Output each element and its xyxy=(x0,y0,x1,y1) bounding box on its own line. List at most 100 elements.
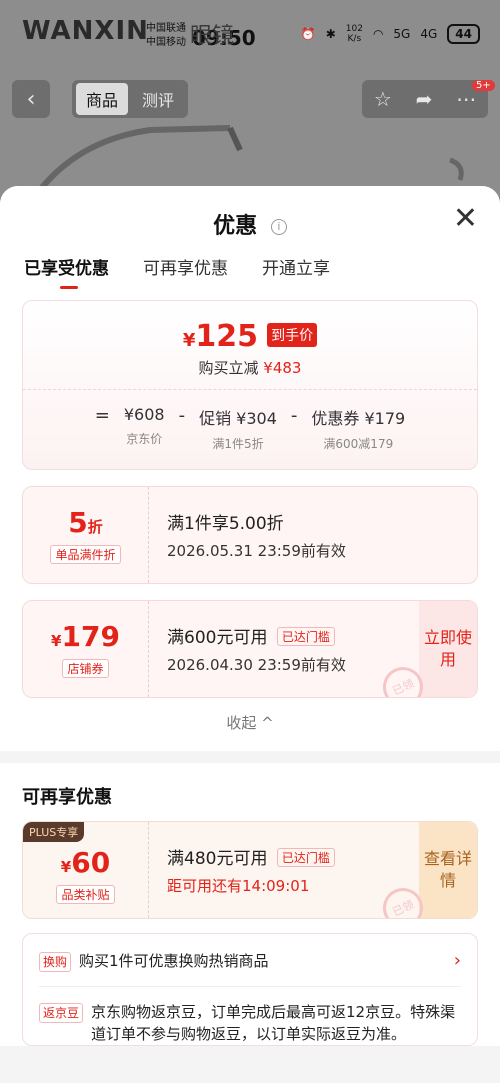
final-price-tag: 到手价 xyxy=(267,323,318,347)
coupon-condition: 满1件享5.00折 xyxy=(167,514,284,534)
jd-price-label: 京东价 xyxy=(126,432,163,446)
coupon-amount: ¥179 xyxy=(51,620,120,653)
speed-value: 102 xyxy=(345,24,363,34)
coupon-condition: 满480元可用 已达门槛 xyxy=(167,844,419,869)
sheet-header: 优惠 i ✕ 已享受优惠 可再享优惠 开通立享 xyxy=(0,186,500,296)
signal-4g: 4G xyxy=(420,27,438,41)
chevron-left-icon: ‹ xyxy=(26,86,36,112)
promo-value: 促销 ¥304 xyxy=(199,409,277,428)
threshold-reached-pill: 已达门槛 xyxy=(276,848,335,867)
chevron-right-icon: › xyxy=(453,950,461,971)
notification-badge: 5+ xyxy=(472,80,495,91)
price-summary-card: ¥125 到手价 购买立减 ¥483 = ¥608 京东价 - 促销 ¥304 … xyxy=(22,300,478,470)
coupon-validity: 2026.04.30 23:59前有效 xyxy=(167,656,346,674)
formula-promo: 促销 ¥304 满1件5折 xyxy=(199,405,277,452)
promo-desc: 满1件5折 xyxy=(212,437,264,451)
threshold-reached-pill: 已达门槛 xyxy=(276,627,335,646)
final-price: ¥125 到手价 xyxy=(23,319,477,354)
coupon-type-tag: 店铺券 xyxy=(62,659,109,678)
coupon-details: 满480元可用 已达门槛 距可用还有14:09:01 xyxy=(149,822,419,918)
section-title: 可再享优惠 xyxy=(22,787,112,808)
currency-symbol: ¥ xyxy=(60,858,72,876)
sheet-title: 优惠 i xyxy=(0,208,500,240)
discount-unit: 折 xyxy=(87,518,103,536)
item-text: 京东购物返京豆，订单完成后最高可返12京豆。特殊渠道订单不参与购物返豆，以订单实… xyxy=(91,1003,456,1043)
coupon-amount-value: 179 xyxy=(61,620,120,653)
product-tabs: 商品 测评 xyxy=(72,80,188,118)
tab-review[interactable]: 测评 xyxy=(132,83,184,115)
formula-jd-price: ¥608 京东价 xyxy=(124,405,165,447)
discount-tabs: 已享受优惠 可再享优惠 开通立享 xyxy=(24,254,330,289)
plus-badge: PLUS专享 xyxy=(23,822,85,842)
minus-sign: - xyxy=(178,405,186,426)
share-icon[interactable]: ➦ xyxy=(416,87,433,111)
close-icon[interactable]: ✕ xyxy=(453,204,478,234)
nav-actions: ☆ ➦ ⋯ xyxy=(362,80,488,118)
coupon-value: 优惠券 ¥179 xyxy=(311,409,406,428)
divider xyxy=(39,986,461,987)
coupon-amount: ¥60 xyxy=(61,846,110,879)
brand-text: WANXIN xyxy=(22,16,149,46)
bluetooth-icon: ✱ xyxy=(325,27,336,41)
price-formula: = ¥608 京东价 - 促销 ¥304 满1件5折 - 优惠券 ¥179 满6… xyxy=(23,405,477,452)
tab-product[interactable]: 商品 xyxy=(76,83,128,115)
equals-sign: = xyxy=(94,405,110,426)
coupon-value-area: 5折 单品满件折 xyxy=(23,487,149,583)
list-item: 返京豆 京东购物返京豆，订单完成后最高可返12京豆。特殊渠道订单不参与购物返豆，… xyxy=(39,1001,461,1045)
plus-coupon-card[interactable]: PLUS专享 ¥60 品类补贴 满480元可用 已达门槛 距可用还有14:09:… xyxy=(22,821,478,919)
item-label: 换购 xyxy=(39,952,72,972)
benefits-list: 换购 购买1件可优惠换购热销商品 › 返京豆 京东购物返京豆，订单完成后最高可返… xyxy=(22,933,478,1046)
discount-number: 5 xyxy=(68,506,88,539)
carrier-1: 中国联通 xyxy=(146,23,186,34)
net-speed: 102 K/s xyxy=(346,24,363,44)
collapse-button[interactable]: 收起 ^ xyxy=(22,712,478,733)
coupon-type-tag: 单品满件折 xyxy=(50,545,121,564)
coupon-details: 满1件享5.00折 2026.05.31 23:59前有效 xyxy=(149,487,477,583)
more-discounts-section: 可再享优惠 PLUS专享 ¥60 品类补贴 满480元可用 已达门槛 距可用还有… xyxy=(0,763,500,1046)
use-now-button[interactable]: 立即使用 xyxy=(419,601,477,697)
coupon-desc: 满600减179 xyxy=(323,437,394,451)
view-details-button[interactable]: 查看详情 xyxy=(419,822,477,918)
minus-sign: - xyxy=(290,405,298,426)
currency-symbol: ¥ xyxy=(51,632,62,650)
alarm-icon: ⏰ xyxy=(300,27,316,41)
coupon-details: 满600元可用 已达门槛 2026.04.30 23:59前有效 xyxy=(149,601,419,697)
formula-coupon: 优惠券 ¥179 满600减179 xyxy=(311,405,405,452)
speed-unit: K/s xyxy=(347,34,362,44)
saved-label: 购买立减 xyxy=(198,359,259,377)
status-icons: ⏰ ✱ 102 K/s ◠ 5G 4G 44 xyxy=(301,24,480,44)
coupon-amount-value: 60 xyxy=(71,846,111,879)
status-bar: WANXIN 中国联通 中国移动 09:50 ⏰ ✱ 102 K/s ◠ 5G … xyxy=(0,0,500,70)
item-label: 返京豆 xyxy=(39,1003,84,1023)
brand-suffix: 眼镜 xyxy=(190,24,235,49)
tab-enjoyed[interactable]: 已享受优惠 xyxy=(24,254,109,289)
info-icon[interactable]: i xyxy=(270,219,287,235)
coupon-card[interactable]: ¥179 店铺券 满600元可用 已达门槛 2026.04.30 23:59前有… xyxy=(22,600,478,698)
divider xyxy=(23,389,477,390)
back-button[interactable]: ‹ xyxy=(12,80,50,118)
coupon-condition-text: 满480元可用 xyxy=(167,849,268,869)
tab-activate[interactable]: 开通立享 xyxy=(262,254,330,289)
brand-logo: WANXIN xyxy=(22,16,149,46)
coupon-validity: 2026.05.31 23:59前有效 xyxy=(167,542,346,560)
signal-5g: 5G xyxy=(393,27,411,41)
coupon-condition-text: 满600元可用 xyxy=(167,628,268,648)
final-price-value: 125 xyxy=(195,319,259,354)
currency-symbol: ¥ xyxy=(182,330,196,351)
coupon-type-tag: 品类补贴 xyxy=(56,885,115,904)
more-icon[interactable]: ⋯ xyxy=(456,87,476,111)
wifi-icon: ◠ xyxy=(372,27,384,41)
saved-amount: ¥483 xyxy=(263,359,302,377)
product-nav: ‹ 商品 测评 ☆ ➦ ⋯ xyxy=(0,80,500,122)
tab-more-available[interactable]: 可再享优惠 xyxy=(143,254,228,289)
carrier-2: 中国移动 xyxy=(146,37,186,48)
list-item[interactable]: 换购 购买1件可优惠换购热销商品 › xyxy=(39,950,461,972)
saved-line: 购买立减 ¥483 xyxy=(23,357,477,378)
enjoyed-section: ¥125 到手价 购买立减 ¥483 = ¥608 京东价 - 促销 ¥304 … xyxy=(0,296,500,751)
sheet-title-text: 优惠 xyxy=(213,214,258,239)
jd-price-value: ¥608 xyxy=(123,405,165,424)
coupon-card[interactable]: 5折 单品满件折 满1件享5.00折 2026.05.31 23:59前有效 xyxy=(22,486,478,584)
star-icon[interactable]: ☆ xyxy=(374,87,392,111)
item-text: 购买1件可优惠换购热销商品 xyxy=(79,952,269,970)
battery-indicator: 44 xyxy=(447,24,480,44)
